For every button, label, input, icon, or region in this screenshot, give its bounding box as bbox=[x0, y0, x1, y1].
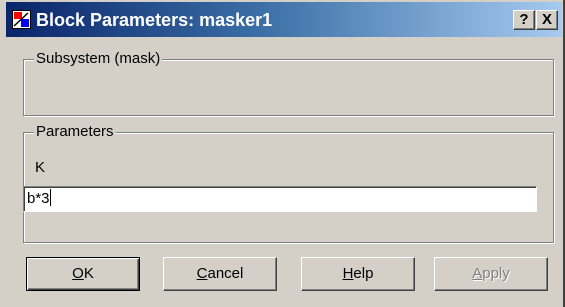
parameter-k-input[interactable]: b*3 bbox=[23, 186, 537, 212]
title-bar[interactable]: Block Parameters: masker1 ? X bbox=[6, 2, 562, 37]
help-caption-button[interactable]: ? bbox=[513, 10, 535, 30]
apply-label-rest: pply bbox=[482, 265, 510, 282]
window-title: Block Parameters: masker1 bbox=[36, 10, 273, 30]
block-parameters-dialog: Block Parameters: masker1 ? X Subsystem … bbox=[0, 0, 565, 307]
cancel-button[interactable]: Cancel bbox=[163, 257, 277, 291]
help-mnemonic: H bbox=[342, 265, 354, 282]
parameter-k-label: K bbox=[35, 159, 46, 176]
cancel-label-rest: ancel bbox=[207, 265, 244, 282]
subsystem-group-label: Subsystem (mask) bbox=[34, 49, 163, 69]
ok-button[interactable]: OK bbox=[26, 257, 140, 291]
help-button[interactable]: Help bbox=[301, 257, 415, 291]
block-parameters-icon bbox=[12, 10, 31, 29]
apply-button[interactable]: Apply bbox=[434, 257, 548, 291]
parameter-k-value: b*3 bbox=[27, 190, 50, 207]
close-button[interactable]: X bbox=[536, 10, 558, 30]
cancel-mnemonic: C bbox=[196, 265, 208, 282]
text-caret bbox=[49, 189, 51, 206]
parameters-group-label: Parameters bbox=[34, 122, 116, 142]
subsystem-group: Subsystem (mask) bbox=[23, 49, 555, 117]
help-label-rest: elp bbox=[353, 265, 374, 282]
apply-mnemonic: A bbox=[472, 265, 483, 282]
ok-mnemonic: O bbox=[72, 265, 84, 282]
ok-label-rest: K bbox=[83, 265, 94, 282]
